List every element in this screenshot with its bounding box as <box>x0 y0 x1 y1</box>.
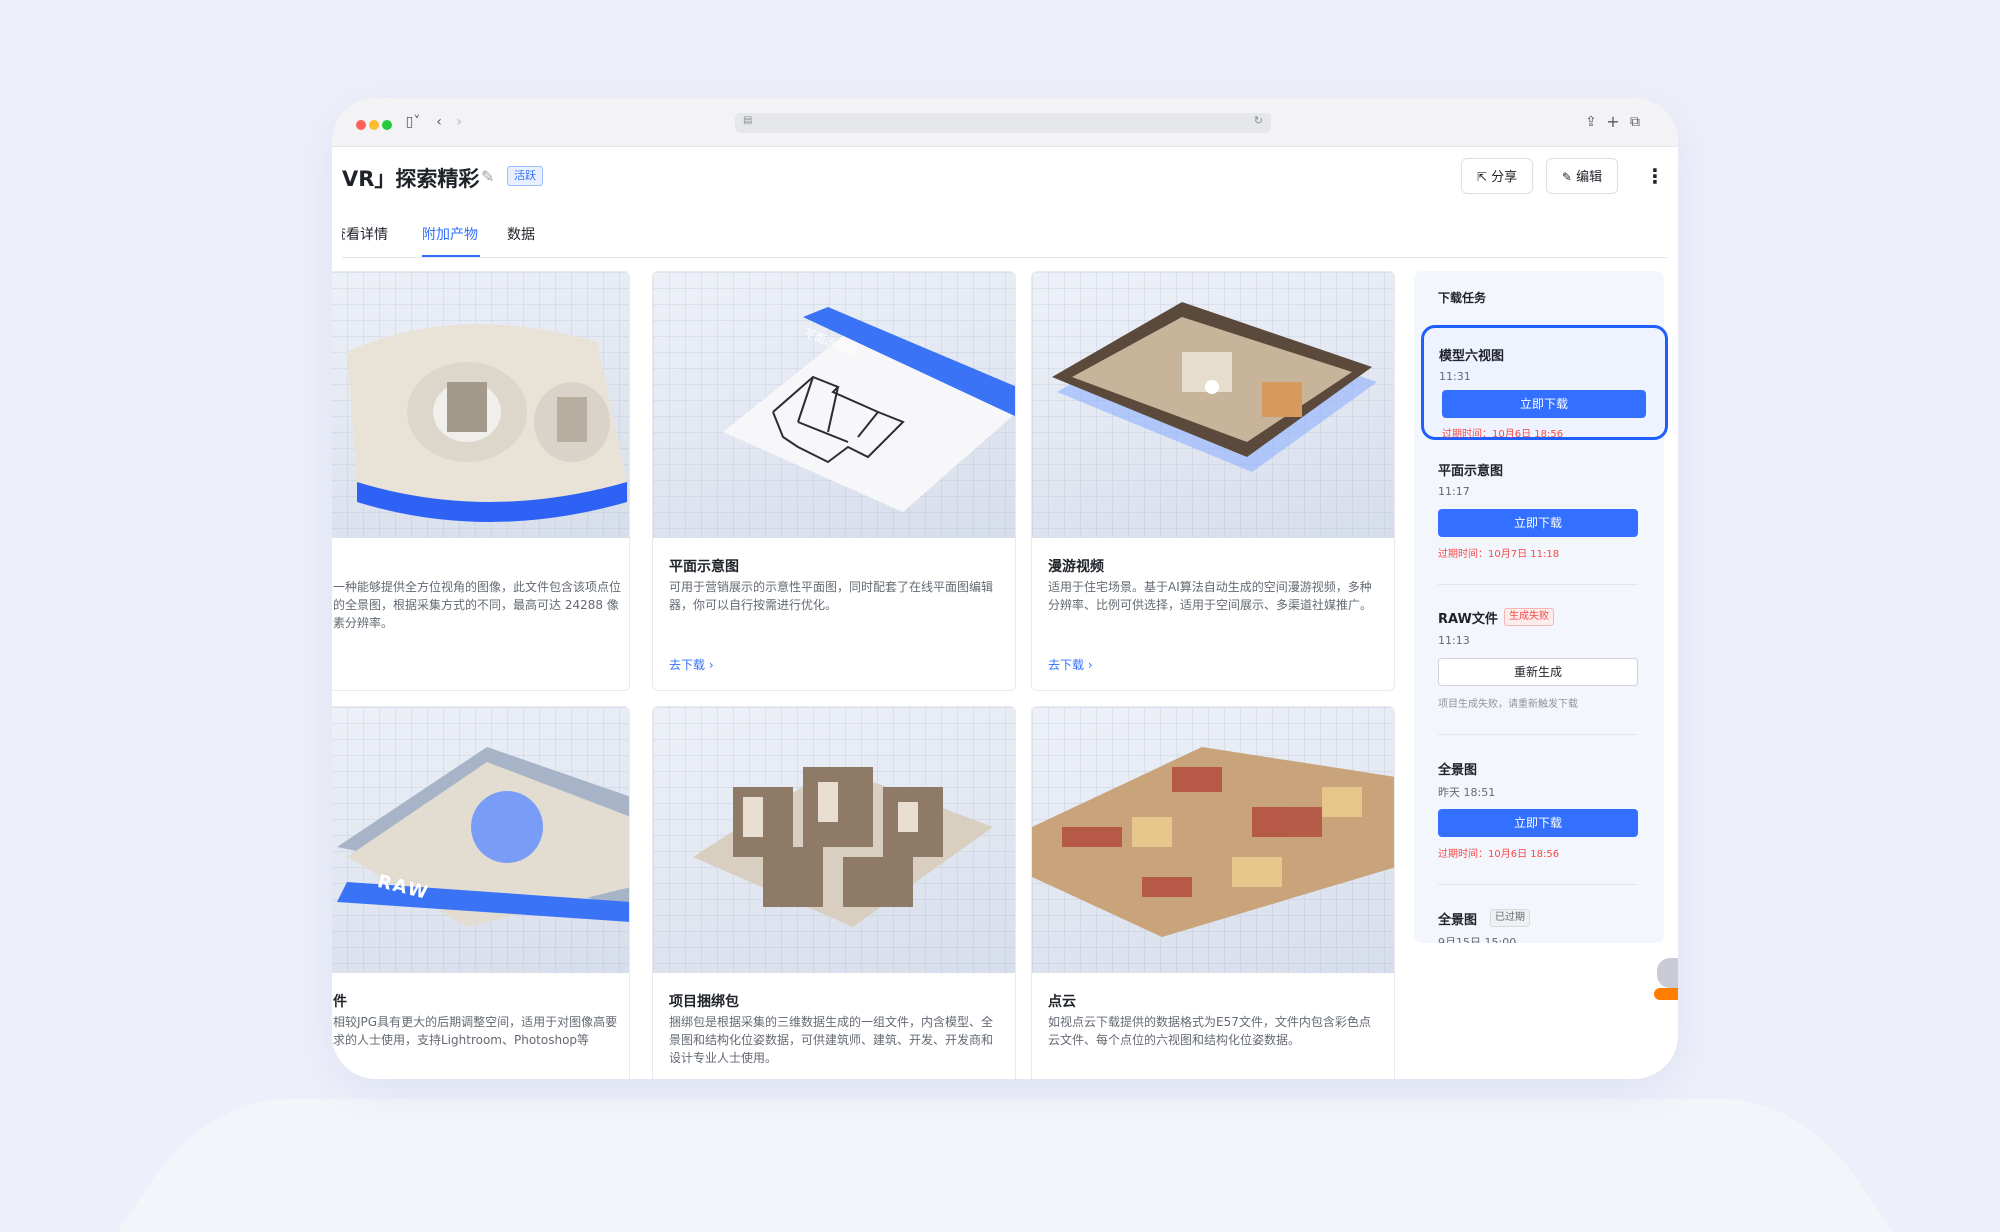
roaming-video-preview-image <box>1032 272 1394 538</box>
assistant-badge <box>1654 988 1678 1000</box>
chevron-right-icon: › <box>1087 658 1093 672</box>
reload-icon[interactable]: ↻ <box>1254 114 1263 127</box>
card-description: 适用于住宅场景。基于AI算法自动生成的空间漫游视频，多种分辨率、比例可供选择，适… <box>1048 580 1373 612</box>
card-description-text: 相较JPG具有更大的后期调整空间，适用于对图像高要求的人士使用，支持Lightr… <box>333 1015 618 1047</box>
address-bar[interactable]: ▤ ↻ <box>735 113 1271 133</box>
assistant-avatar-icon[interactable] <box>1657 958 1678 988</box>
task-name: 模型六视图 <box>1439 349 1505 364</box>
task-time: 11:17 <box>1438 485 1470 498</box>
product-card-floor-plan: 平面示意图 平面示意图 可用于营销展示的示意性平面图，同时配套了在线平面图编辑器… <box>652 271 1016 691</box>
page-title: VR」探索精彩 <box>342 167 480 191</box>
task-divider <box>1438 584 1638 585</box>
product-card-panorama: 一种能够提供全方位视角的图像，此文件包含该项点位的全景图，根据采集方式的不同，最… <box>332 271 630 691</box>
task-time: 昨天 18:51 <box>1438 786 1496 799</box>
edit-icon: ✎ <box>1561 170 1572 184</box>
product-card-roaming-video: 漫游视频 适用于住宅场景。基于AI算法自动生成的空间漫游视频，多种分辨率、比例可… <box>1031 271 1395 691</box>
task-name: 全景图 <box>1438 763 1478 778</box>
card-description: 如视点云下载提供的数据格式为E57文件，文件内包含彩色点云文件、每个点位的六视图… <box>1048 1015 1371 1047</box>
go-download-label: 去下载 <box>669 658 706 672</box>
tab-details[interactable]: 查看详情 <box>342 224 388 244</box>
sidebar-toggle-icon[interactable]: ▯˅ <box>398 112 428 132</box>
new-tab-icon[interactable]: + <box>1604 112 1622 132</box>
card-title: 件 <box>333 991 347 1011</box>
tab-data[interactable]: 数据 <box>507 224 535 244</box>
task-name: 平面示意图 <box>1438 464 1504 479</box>
task-time: 11:31 <box>1439 370 1471 383</box>
more-vertical-icon[interactable]: ⋮ <box>1640 160 1670 192</box>
expire-time: 过期时间：10月6日 18:56 <box>1442 429 1564 440</box>
download-now-button[interactable]: 立即下载 <box>1438 809 1638 837</box>
point-cloud-preview-image <box>1032 707 1394 973</box>
task-name: RAW文件 <box>1438 612 1498 627</box>
card-description: 可用于营销展示的示意性平面图，同时配套了在线平面图编辑器，你可以自行按需进行优化… <box>669 580 994 612</box>
product-card-point-cloud: 点云 如视点云下载提供的数据格式为E57文件，文件内包含彩色点云文件、每个点位的… <box>1031 706 1395 1079</box>
tabs-divider <box>342 257 1667 258</box>
edit-button[interactable]: ✎ 编辑 <box>1546 158 1618 194</box>
highlighted-task-card: 模型六视图 11:31 立即下载 过期时间：10月6日 18:56 <box>1421 325 1668 440</box>
browser-window: ▯˅ ‹ › ▤ ↻ ⇪ + ⧉ VR」探索精彩 ✎ 活跃 ⇱ 分享 ✎ 编辑 … <box>332 98 1678 1079</box>
back-icon[interactable]: ‹ <box>430 112 448 132</box>
product-card-raw-file: RAW 件 相较JPG具有更大的后期调整空间，适用于对图像高要求的人士使用，支持… <box>332 706 630 1079</box>
share-icon: ⇱ <box>1476 170 1487 184</box>
chevron-right-icon: › <box>708 658 714 672</box>
page-icon: ▤ <box>743 115 753 126</box>
expired-status-badge: 已过期 <box>1490 909 1530 927</box>
failure-hint: 项目生成失败，请重新触发下载 <box>1438 699 1578 710</box>
card-title: 平面示意图 <box>669 559 739 575</box>
card-title: 项目捆绑包 <box>669 994 739 1010</box>
card-title-text: 件 <box>333 994 347 1010</box>
failed-status-badge: 生成失败 <box>1504 608 1554 626</box>
close-window-dot[interactable] <box>356 120 366 130</box>
forward-icon[interactable]: › <box>450 112 468 132</box>
card-title: 点云 <box>1048 994 1076 1010</box>
background-stand <box>116 1098 1894 1232</box>
panorama-preview-image <box>332 272 629 538</box>
regenerate-button[interactable]: 重新生成 <box>1438 658 1638 686</box>
task-divider <box>1438 734 1638 735</box>
task-time: 11:13 <box>1438 634 1470 647</box>
panel-title: 下载任务 <box>1438 291 1487 305</box>
expire-time: 过期时间：10月7日 11:18 <box>1438 549 1560 560</box>
browser-toolbar: ▯˅ ‹ › ▤ ↻ ⇪ + ⧉ <box>332 98 1678 147</box>
tabs-overview-icon[interactable]: ⧉ <box>1626 112 1644 132</box>
card-description: 捆绑包是根据采集的三维数据生成的一组文件，内含模型、全景图和结构化位姿数据，可供… <box>669 1015 994 1065</box>
raw-preview-image: RAW <box>332 707 629 973</box>
edit-button-label: 编辑 <box>1576 170 1603 185</box>
tab-additional-products[interactable]: 附加产物 <box>422 224 478 244</box>
go-download-label: 去下载 <box>1048 658 1085 672</box>
share-button-label: 分享 <box>1491 170 1518 185</box>
maximize-window-dot[interactable] <box>382 120 392 130</box>
go-download-link[interactable]: 去下载 › <box>1048 656 1093 673</box>
expire-time: 过期时间：10月6日 18:56 <box>1438 849 1560 860</box>
card-description: 一种能够提供全方位视角的图像，此文件包含该项点位的全景图，根据采集方式的不同，最… <box>333 578 623 632</box>
project-bundle-preview-image <box>653 707 1015 973</box>
edit-title-icon[interactable]: ✎ <box>481 167 494 186</box>
product-card-project-bundle: 项目捆绑包 捆绑包是根据采集的三维数据生成的一组文件，内含模型、全景图和结构化位… <box>652 706 1016 1079</box>
go-download-link[interactable]: 去下载 › <box>669 656 714 673</box>
share-button[interactable]: ⇱ 分享 <box>1461 158 1533 194</box>
card-title: 漫游视频 <box>1048 559 1104 575</box>
download-now-button[interactable]: 立即下载 <box>1442 390 1646 418</box>
share-browser-icon[interactable]: ⇪ <box>1582 112 1600 132</box>
card-description-text: 一种能够提供全方位视角的图像，此文件包含该项点位的全景图，根据采集方式的不同，最… <box>333 580 622 630</box>
task-name: 全景图 <box>1438 913 1478 928</box>
task-divider <box>1438 884 1638 885</box>
status-badge: 活跃 <box>507 166 543 186</box>
minimize-window-dot[interactable] <box>369 120 379 130</box>
task-time: 9月15日 15:00 <box>1438 936 1517 943</box>
card-description: 相较JPG具有更大的后期调整空间，适用于对图像高要求的人士使用，支持Lightr… <box>333 1013 623 1049</box>
floor-plan-preview-image: 平面示意图 <box>653 272 1015 538</box>
download-now-button[interactable]: 立即下载 <box>1438 509 1638 537</box>
